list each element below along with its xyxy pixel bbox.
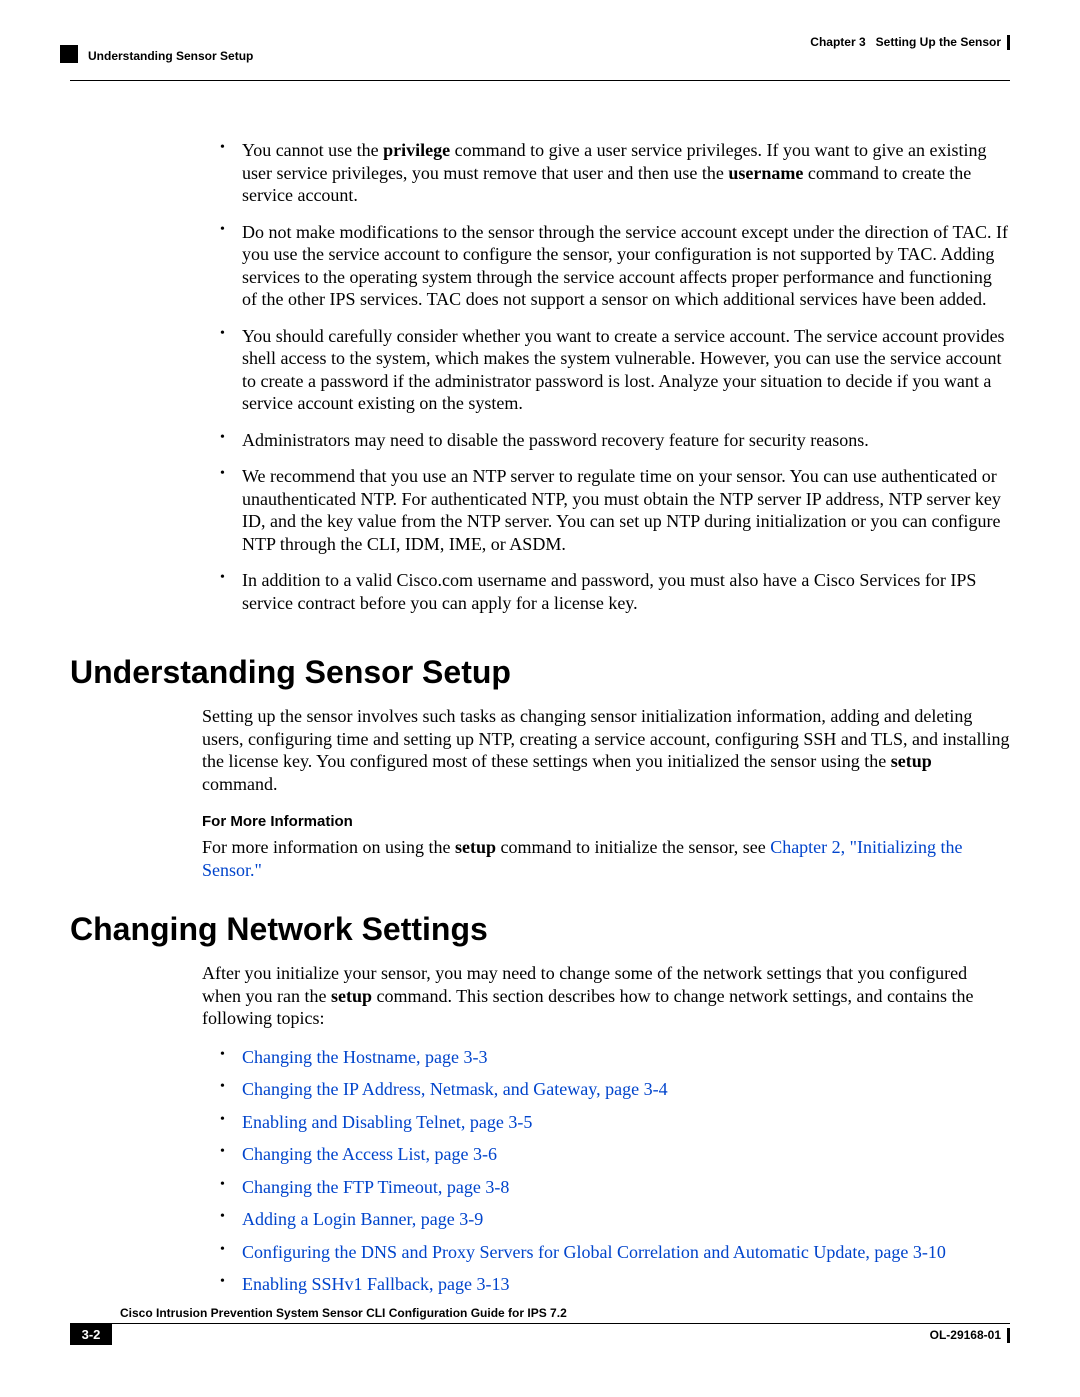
text: command to initialize the sensor, see [496, 837, 770, 857]
footer-rule: 3-2 Cisco Intrusion Prevention System Se… [112, 1323, 1010, 1357]
list-item: Enabling and Disabling Telnet, page 3-5 [218, 1111, 1010, 1134]
text-bold: setup [891, 751, 932, 771]
list-item: Configuring the DNS and Proxy Servers fo… [218, 1241, 1010, 1264]
footer-doc-title: Cisco Intrusion Prevention System Sensor… [120, 1306, 567, 1320]
bullet-item: In addition to a valid Cisco.com usernam… [218, 569, 1010, 614]
bullet-item: We recommend that you use an NTP server … [218, 465, 1010, 555]
bullet-item: Do not make modifications to the sensor … [218, 221, 1010, 311]
bullet-item: You cannot use the privilege command to … [218, 139, 1010, 207]
link-enabling-sshv1-fallback[interactable]: Enabling SSHv1 Fallback, page 3-13 [242, 1274, 509, 1294]
bullet-item: Administrators may need to disable the p… [218, 429, 1010, 452]
text: OL-29168-01 [930, 1328, 1001, 1342]
content-body: You cannot use the privilege command to … [70, 139, 1010, 1296]
footer-bar-icon [1007, 1328, 1010, 1343]
text-bold: setup [455, 837, 496, 857]
paragraph: After you initialize your sensor, you ma… [202, 962, 1010, 1030]
paragraph: For more information on using the setup … [202, 836, 1010, 881]
heading-understanding-sensor-setup: Understanding Sensor Setup [70, 654, 1010, 691]
footer-doc-number: OL-29168-01 [930, 1328, 1010, 1343]
link-enabling-telnet[interactable]: Enabling and Disabling Telnet, page 3-5 [242, 1112, 532, 1132]
list-item: Enabling SSHv1 Fallback, page 3-13 [218, 1273, 1010, 1296]
page: Understanding Sensor Setup Chapter 3 Set… [0, 0, 1080, 1397]
text-bold: privilege [383, 140, 450, 160]
text: command. [202, 774, 277, 794]
bullet-item: You should carefully consider whether yo… [218, 325, 1010, 415]
header-section-label: Understanding Sensor Setup [88, 49, 253, 63]
list-item: Changing the IP Address, Netmask, and Ga… [218, 1078, 1010, 1101]
list-item: Adding a Login Banner, page 3-9 [218, 1208, 1010, 1231]
top-bullet-list: You cannot use the privilege command to … [218, 139, 1010, 614]
list-item: Changing the Access List, page 3-6 [218, 1143, 1010, 1166]
link-changing-ftp-timeout[interactable]: Changing the FTP Timeout, page 3-8 [242, 1177, 509, 1197]
link-configuring-dns-proxy[interactable]: Configuring the DNS and Proxy Servers fo… [242, 1242, 946, 1262]
text-bold: setup [331, 986, 372, 1006]
header-chapter-title: Setting Up the Sensor [876, 35, 1001, 49]
link-changing-access-list[interactable]: Changing the Access List, page 3-6 [242, 1144, 497, 1164]
paragraph: Setting up the sensor involves such task… [202, 705, 1010, 795]
text: You cannot use the [242, 140, 383, 160]
text-bold: username [728, 163, 803, 183]
header-chapter-label: Chapter 3 Setting Up the Sensor [810, 35, 1010, 50]
header-square-icon [60, 45, 78, 63]
link-changing-ip[interactable]: Changing the IP Address, Netmask, and Ga… [242, 1079, 668, 1099]
page-header: Understanding Sensor Setup Chapter 3 Set… [70, 35, 1010, 81]
header-bar-icon [1007, 35, 1010, 50]
subheading-for-more-information: For More Information [202, 813, 1010, 830]
page-footer: 3-2 Cisco Intrusion Prevention System Se… [70, 1323, 1010, 1357]
link-changing-hostname[interactable]: Changing the Hostname, page 3-3 [242, 1047, 487, 1067]
list-item: Changing the FTP Timeout, page 3-8 [218, 1176, 1010, 1199]
page-number-box: 3-2 [70, 1323, 112, 1345]
header-chapter-num: Chapter 3 [810, 35, 865, 49]
list-item: Changing the Hostname, page 3-3 [218, 1046, 1010, 1069]
topic-link-list: Changing the Hostname, page 3-3 Changing… [218, 1046, 1010, 1296]
text: Setting up the sensor involves such task… [202, 706, 1010, 771]
text: For more information on using the [202, 837, 455, 857]
link-adding-login-banner[interactable]: Adding a Login Banner, page 3-9 [242, 1209, 483, 1229]
heading-changing-network-settings: Changing Network Settings [70, 911, 1010, 948]
